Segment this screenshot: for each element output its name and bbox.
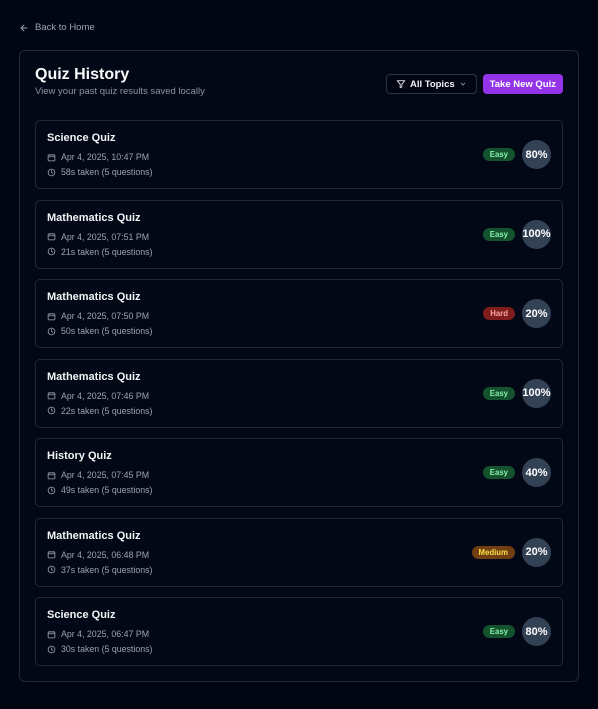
calendar-icon: [47, 392, 56, 400]
quiz-result: Medium 20%: [471, 537, 551, 567]
quiz-duration-row: 30s taken (5 questions): [47, 644, 152, 654]
quiz-duration-row: 21s taken (5 questions): [47, 247, 152, 257]
score-circle: 80%: [522, 140, 551, 169]
clock-icon: [47, 327, 56, 335]
quiz-title: Mathematics Quiz: [47, 211, 141, 224]
difficulty-badge: Easy: [482, 386, 515, 400]
difficulty-badge: Medium: [471, 545, 515, 559]
calendar-icon: [47, 471, 56, 479]
quiz-date: Apr 4, 2025, 07:45 PM: [61, 470, 150, 480]
quiz-card[interactable]: Mathematics Quiz Apr 4, 2025, 07:50 PM 5…: [35, 279, 563, 348]
topic-filter-button[interactable]: All Topics: [385, 74, 477, 94]
quiz-title: Mathematics Quiz: [47, 529, 141, 542]
filter-icon: [396, 80, 406, 89]
quiz-duration-row: 50s taken (5 questions): [47, 326, 152, 336]
quiz-result: Easy 100%: [482, 219, 551, 249]
take-new-quiz-button[interactable]: Take New Quiz: [482, 74, 563, 94]
quiz-duration-row: 58s taken (5 questions): [47, 167, 152, 177]
calendar-icon: [47, 551, 56, 559]
difficulty-badge: Easy: [482, 227, 515, 241]
quiz-result: Easy 100%: [482, 378, 551, 408]
back-link-label: Back to Home: [35, 22, 95, 33]
quiz-date-row: Apr 4, 2025, 07:51 PM: [47, 232, 149, 242]
score-circle: 100%: [522, 378, 551, 408]
quiz-result: Hard 20%: [483, 299, 551, 328]
quiz-date: Apr 4, 2025, 06:47 PM: [61, 629, 150, 639]
quiz-card[interactable]: Mathematics Quiz Apr 4, 2025, 07:46 PM 2…: [35, 358, 563, 428]
quiz-duration-row: 37s taken (5 questions): [47, 565, 152, 575]
quiz-duration: 37s taken (5 questions): [61, 564, 153, 575]
quiz-title: Mathematics Quiz: [47, 291, 141, 303]
quiz-date: Apr 4, 2025, 07:50 PM: [61, 311, 150, 321]
topic-filter-label: All Topics: [409, 78, 455, 90]
score-circle: 80%: [522, 617, 551, 646]
quiz-list: Science Quiz Apr 4, 2025, 10:47 PM 58s t…: [35, 120, 563, 677]
clock-icon: [47, 406, 56, 415]
panel-header: Quiz History View your past quiz results…: [35, 65, 563, 105]
score-circle: 20%: [522, 537, 551, 567]
quiz-date: Apr 4, 2025, 10:47 PM: [61, 152, 150, 162]
quiz-duration: 22s taken (5 questions): [61, 405, 153, 416]
difficulty-badge: Hard: [483, 307, 515, 320]
back-to-home-link[interactable]: Back to Home: [19, 22, 95, 33]
quiz-date: Apr 4, 2025, 06:48 PM: [61, 549, 150, 560]
quiz-card[interactable]: Mathematics Quiz Apr 4, 2025, 06:48 PM 3…: [35, 517, 563, 587]
quiz-date-row: Apr 4, 2025, 07:45 PM: [47, 470, 149, 480]
difficulty-badge: Easy: [482, 466, 515, 479]
clock-icon: [47, 565, 56, 574]
score-circle: 20%: [522, 299, 551, 328]
clock-icon: [47, 645, 56, 653]
arrow-left-icon: [20, 24, 28, 31]
clock-icon: [47, 247, 56, 256]
quiz-title: Science Quiz: [47, 132, 116, 144]
quiz-result: Easy 40%: [482, 458, 551, 487]
quiz-date-row: Apr 4, 2025, 07:50 PM: [47, 311, 149, 321]
quiz-card[interactable]: History Quiz Apr 4, 2025, 07:45 PM 49s t…: [35, 438, 563, 507]
quiz-card[interactable]: Science Quiz Apr 4, 2025, 06:47 PM 30s t…: [35, 597, 563, 666]
quiz-duration: 50s taken (5 questions): [61, 326, 153, 336]
quiz-title: Mathematics Quiz: [47, 370, 141, 383]
quiz-duration: 30s taken (5 questions): [61, 644, 153, 654]
difficulty-badge: Easy: [482, 148, 515, 161]
clock-icon: [47, 168, 56, 176]
calendar-icon: [47, 630, 56, 638]
quiz-result: Easy 80%: [482, 140, 551, 169]
quiz-date-row: Apr 4, 2025, 06:48 PM: [47, 550, 149, 560]
calendar-icon: [47, 233, 56, 241]
quiz-title: Science Quiz: [47, 609, 116, 621]
quiz-history-panel: Quiz History View your past quiz results…: [19, 50, 579, 682]
quiz-date-row: Apr 4, 2025, 10:47 PM: [47, 152, 149, 162]
clock-icon: [47, 486, 56, 494]
quiz-date-row: Apr 4, 2025, 06:47 PM: [47, 629, 149, 639]
quiz-date-row: Apr 4, 2025, 07:46 PM: [47, 391, 149, 401]
quiz-card[interactable]: Mathematics Quiz Apr 4, 2025, 07:51 PM 2…: [35, 199, 563, 269]
calendar-icon: [47, 153, 56, 161]
header-actions: All Topics Take New Quiz: [385, 74, 563, 94]
quiz-duration: 58s taken (5 questions): [61, 167, 153, 177]
calendar-icon: [47, 312, 56, 320]
quiz-result: Easy 80%: [482, 617, 551, 646]
score-circle: 100%: [522, 219, 551, 249]
quiz-duration-row: 49s taken (5 questions): [47, 485, 152, 495]
score-circle: 40%: [522, 458, 551, 487]
page: Back to Home Quiz History View your past…: [0, 0, 598, 709]
difficulty-badge: Easy: [482, 625, 515, 638]
quiz-duration: 21s taken (5 questions): [61, 246, 153, 257]
quiz-title: History Quiz: [47, 450, 112, 462]
quiz-date: Apr 4, 2025, 07:46 PM: [61, 390, 150, 401]
quiz-duration-row: 22s taken (5 questions): [47, 406, 152, 416]
chevron-down-icon: [460, 82, 466, 86]
quiz-duration: 49s taken (5 questions): [61, 485, 153, 495]
quiz-date: Apr 4, 2025, 07:51 PM: [61, 231, 150, 242]
quiz-card[interactable]: Science Quiz Apr 4, 2025, 10:47 PM 58s t…: [35, 120, 563, 189]
